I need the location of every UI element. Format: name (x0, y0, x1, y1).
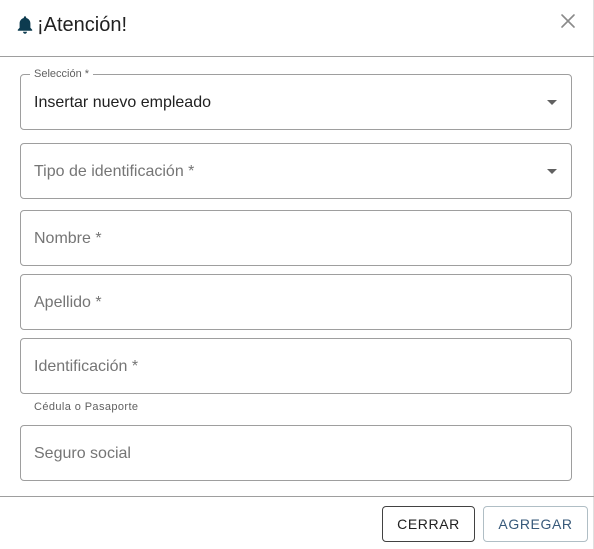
add-button[interactable]: AGREGAR (483, 506, 588, 542)
tipo-identificacion-placeholder: Tipo de identificación * (34, 163, 195, 180)
dialog-title: ¡Atención! (37, 14, 128, 36)
apellido-placeholder: Apellido * (34, 294, 102, 311)
footer-divider (0, 496, 594, 497)
close-button[interactable]: CERRAR (382, 506, 475, 542)
seleccion-label: Selección * (30, 67, 94, 81)
seleccion-select[interactable]: Selección * Insertar nuevo empleado (20, 67, 572, 130)
seleccion-value: Insertar nuevo empleado (34, 94, 211, 111)
nombre-field[interactable]: Nombre * (20, 210, 572, 266)
bell-icon (17, 16, 33, 34)
dialog-header: ¡Atención! (0, 0, 594, 57)
seguro-social-field[interactable]: Seguro social (20, 425, 572, 481)
seguro-social-placeholder: Seguro social (34, 445, 131, 462)
identificacion-placeholder: Identificación * (34, 358, 139, 375)
close-icon[interactable] (558, 11, 578, 31)
apellido-field[interactable]: Apellido * (20, 274, 572, 330)
nombre-placeholder: Nombre * (34, 230, 102, 247)
identificacion-helper-text: Cédula o Pasaporte (34, 401, 139, 413)
chevron-down-icon (547, 100, 557, 105)
chevron-down-icon (547, 169, 557, 174)
identificacion-field[interactable]: Identificación * (20, 338, 572, 394)
dialog: ¡Atención! Selección * Insertar nuevo em… (0, 0, 594, 549)
tipo-identificacion-select[interactable]: Tipo de identificación * (20, 143, 572, 199)
